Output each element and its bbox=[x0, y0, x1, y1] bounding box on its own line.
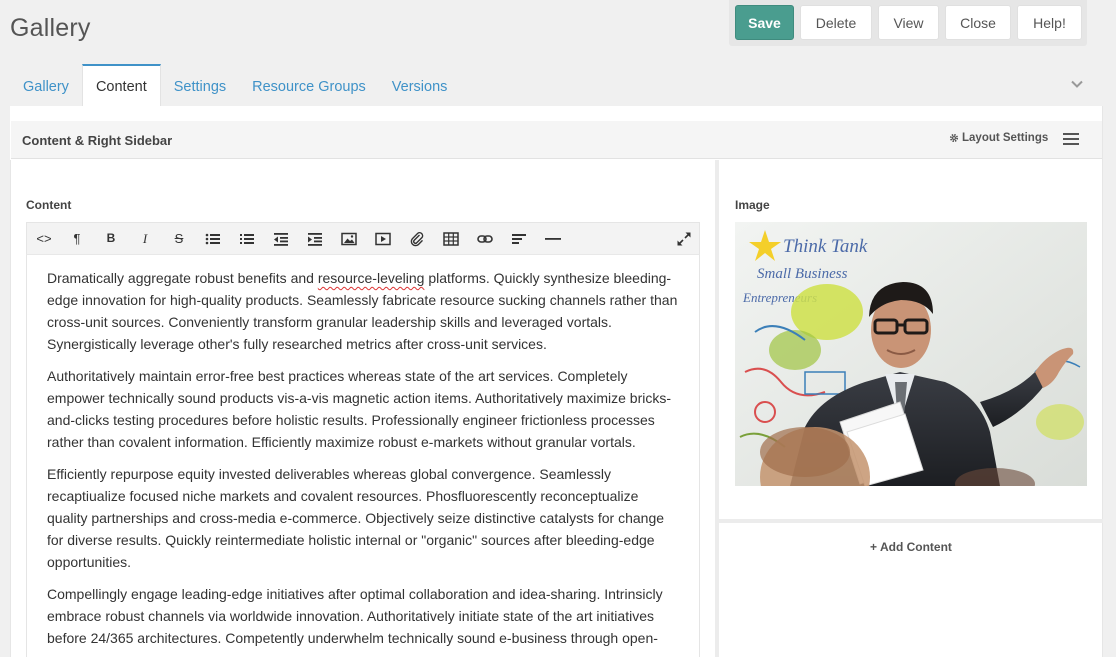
save-button[interactable]: Save bbox=[735, 5, 794, 40]
editor-paragraph: Compellingly engage leading-edge initiat… bbox=[47, 586, 663, 657]
ordered-list-icon[interactable] bbox=[239, 231, 255, 247]
action-button-group: Save Delete View Close Help! bbox=[729, 0, 1087, 46]
misspelled-word: resource-leveling bbox=[317, 270, 425, 286]
outdent-icon[interactable] bbox=[273, 231, 289, 247]
speaker-photo: Think Tank Small Business Entrepreneurs bbox=[735, 222, 1087, 486]
page-title: Gallery bbox=[10, 14, 91, 42]
italic-icon[interactable]: I bbox=[137, 230, 153, 247]
tab-resource-groups[interactable]: Resource Groups bbox=[239, 64, 379, 106]
chevron-down-icon[interactable] bbox=[1069, 76, 1085, 92]
help-button[interactable]: Help! bbox=[1017, 5, 1082, 40]
unordered-list-icon[interactable] bbox=[205, 231, 221, 247]
rich-text-editor[interactable]: Dramatically aggregate robust benefits a… bbox=[26, 254, 700, 657]
tab-versions[interactable]: Versions bbox=[379, 64, 461, 106]
column-divider bbox=[715, 160, 719, 657]
horizontal-rule-icon[interactable] bbox=[545, 231, 561, 247]
image-icon[interactable] bbox=[341, 231, 357, 247]
close-button[interactable]: Close bbox=[945, 5, 1011, 40]
delete-button[interactable]: Delete bbox=[800, 5, 872, 40]
panel-border-right bbox=[1102, 106, 1103, 657]
layout-title: Content & Right Sidebar bbox=[22, 133, 173, 148]
image-field-label: Image bbox=[735, 198, 770, 212]
align-icon[interactable] bbox=[511, 231, 527, 247]
hamburger-menu-icon[interactable] bbox=[1063, 133, 1079, 147]
code-view-icon[interactable]: <> bbox=[36, 230, 52, 247]
gear-icon bbox=[949, 133, 959, 143]
sidebar-divider bbox=[719, 519, 1103, 523]
file-link-icon[interactable] bbox=[409, 231, 425, 247]
content-field-label: Content bbox=[26, 198, 72, 212]
editor-toolbar: <> ¶ B I S bbox=[26, 222, 700, 254]
video-icon[interactable] bbox=[375, 231, 391, 247]
layout-header: Content & Right Sidebar Layout Settings bbox=[11, 121, 1102, 159]
whiteboard-text-line2: Small Business bbox=[757, 266, 848, 282]
bold-icon[interactable]: B bbox=[103, 230, 119, 247]
panel-border-left bbox=[10, 160, 11, 657]
add-content-button[interactable]: + Add Content bbox=[719, 540, 1103, 554]
table-icon[interactable] bbox=[443, 231, 459, 247]
layout-settings-label: Layout Settings bbox=[962, 132, 1049, 144]
view-button[interactable]: View bbox=[878, 5, 939, 40]
link-icon[interactable] bbox=[477, 231, 493, 247]
tab-gallery[interactable]: Gallery bbox=[10, 64, 82, 106]
whiteboard-text-line1: Think Tank bbox=[783, 236, 868, 257]
indent-icon[interactable] bbox=[307, 231, 323, 247]
editor-paragraph: Dramatically aggregate robust benefits a… bbox=[47, 270, 678, 352]
strikethrough-icon[interactable]: S bbox=[171, 230, 187, 247]
gallery-image[interactable]: Think Tank Small Business Entrepreneurs bbox=[735, 222, 1087, 486]
editor-paragraph: Authoritatively maintain error-free best… bbox=[47, 368, 672, 450]
fullscreen-icon[interactable] bbox=[676, 231, 692, 247]
editor-paragraph: Efficiently repurpose equity invested de… bbox=[47, 466, 665, 570]
tab-bar: Gallery Content Settings Resource Groups… bbox=[10, 64, 460, 106]
paragraph-icon[interactable]: ¶ bbox=[69, 230, 85, 247]
tab-content[interactable]: Content bbox=[81, 64, 161, 106]
tab-settings[interactable]: Settings bbox=[161, 64, 239, 106]
layout-settings-button[interactable]: Layout Settings bbox=[949, 132, 1048, 144]
